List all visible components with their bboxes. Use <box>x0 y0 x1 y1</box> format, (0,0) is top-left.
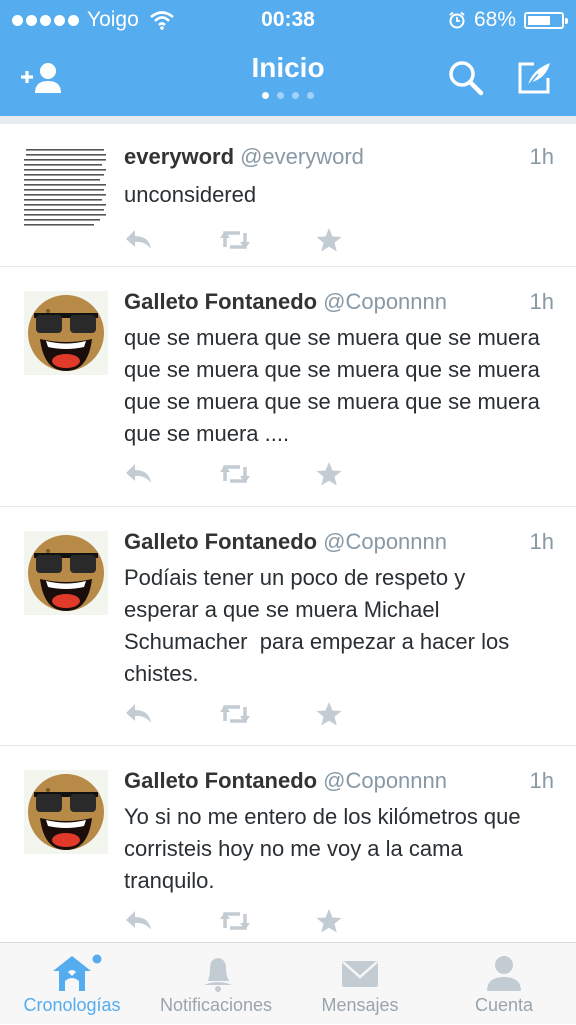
search-button[interactable] <box>442 54 490 102</box>
cookie-avatar-icon <box>24 291 108 375</box>
tweet-timestamp: 1h <box>529 529 554 554</box>
reply-button[interactable] <box>124 908 154 934</box>
star-icon <box>316 228 342 252</box>
tweet-author-name[interactable]: Galleto Fontanedo <box>124 768 317 793</box>
tweet-author-handle[interactable]: @Coponnnn <box>323 289 447 314</box>
battery-icon <box>524 11 568 29</box>
retweet-button[interactable] <box>218 701 252 727</box>
tab-bar: Cronologías Notificaciones Mensajes Cuen… <box>0 942 576 1024</box>
tweet-text: que se muera que se muera que se muera q… <box>124 325 540 446</box>
retweet-icon <box>220 231 250 249</box>
tab-label: Cronologías <box>23 995 121 1015</box>
tweet-author-name[interactable]: Galleto Fontanedo <box>124 289 317 314</box>
tab-cuenta[interactable]: Cuenta <box>432 943 576 1025</box>
status-bar: Yoigo 00:38 68% <box>0 0 576 40</box>
search-icon <box>449 61 484 96</box>
tweet-text: unconsidered <box>124 182 257 207</box>
star-icon <box>316 462 342 486</box>
reply-icon <box>126 230 151 249</box>
avatar[interactable] <box>24 146 108 230</box>
tweet[interactable]: Galleto Fontanedo @Coponnnn 1h Yo si no m… <box>0 746 576 942</box>
page-dot <box>307 92 314 99</box>
battery-percent: 68% <box>473 8 516 31</box>
tab-notificaciones[interactable]: Notificaciones <box>144 943 288 1025</box>
tab-label: Notificaciones <box>159 995 273 1015</box>
tab-label: Cuenta <box>474 995 534 1015</box>
nav-bar: Inicio <box>0 40 576 116</box>
envelope-icon <box>288 953 432 993</box>
reply-button[interactable] <box>124 461 154 487</box>
timeline-top-divider <box>0 116 576 124</box>
tweet[interactable]: Galleto Fontanedo @Coponnnn 1h Podíais te… <box>0 507 576 746</box>
tweet-text: Yo si no me entero de los kilómetros que… <box>124 804 521 893</box>
avatar[interactable] <box>24 531 108 615</box>
reply-icon <box>126 911 151 930</box>
page-dot <box>292 92 299 99</box>
person-icon <box>432 953 576 993</box>
favorite-button[interactable] <box>314 461 344 487</box>
alarm-icon <box>449 11 465 29</box>
retweet-icon <box>220 912 250 930</box>
compose-tweet-button[interactable] <box>510 54 558 102</box>
reply-button[interactable] <box>124 701 154 727</box>
tweet-author-name[interactable]: Galleto Fontanedo <box>124 529 317 554</box>
home-icon <box>0 953 144 993</box>
cookie-avatar-icon <box>24 770 108 854</box>
star-icon <box>316 702 342 726</box>
compose-icon <box>518 62 550 94</box>
tweet-timestamp: 1h <box>529 768 554 793</box>
retweet-button[interactable] <box>218 908 252 934</box>
favorite-button[interactable] <box>314 227 344 253</box>
favorite-button[interactable] <box>314 908 344 934</box>
page-dot <box>262 92 269 99</box>
tweet-header: Galleto Fontanedo @Coponnnn 1h <box>124 289 554 319</box>
tweet-author-handle[interactable]: @Coponnnn <box>323 529 447 554</box>
star-icon <box>316 909 342 933</box>
cookie-avatar-icon <box>24 531 108 615</box>
tweet-actions <box>124 461 424 491</box>
avatar[interactable] <box>24 291 108 375</box>
page-dot <box>277 92 284 99</box>
battery-indicator: 68% <box>448 8 568 32</box>
tweet-actions <box>124 227 424 257</box>
tweet[interactable]: everyword @everyword 1h unconsidered <box>0 124 576 267</box>
tab-cronologias[interactable]: Cronologías <box>0 943 144 1025</box>
reply-button[interactable] <box>124 227 154 253</box>
tweet-header: Galleto Fontanedo @Coponnnn 1h <box>124 768 554 798</box>
retweet-icon <box>220 465 250 483</box>
word-list-avatar-icon <box>24 146 108 230</box>
retweet-icon <box>220 705 250 723</box>
timeline[interactable]: everyword @everyword 1h unconsidered Gal… <box>0 116 576 942</box>
tweet-author-handle[interactable]: @Coponnnn <box>323 768 447 793</box>
tweet-header: Galleto Fontanedo @Coponnnn 1h <box>124 529 554 559</box>
tweet[interactable]: Galleto Fontanedo @Coponnnn 1h que se mue… <box>0 267 576 507</box>
tweet-text: Podíais tener un poco de respeto y esper… <box>124 565 516 686</box>
tweet-header: everyword @everyword 1h <box>124 144 554 174</box>
reply-icon <box>126 464 151 483</box>
tweet-author-name[interactable]: everyword <box>124 144 234 169</box>
tweet-timestamp: 1h <box>529 289 554 314</box>
reply-icon <box>126 704 151 723</box>
tweet-timestamp: 1h <box>529 144 554 169</box>
retweet-button[interactable] <box>218 461 252 487</box>
tab-mensajes[interactable]: Mensajes <box>288 943 432 1025</box>
tweet-actions <box>124 908 424 938</box>
tab-label: Mensajes <box>321 995 399 1015</box>
favorite-button[interactable] <box>314 701 344 727</box>
tweet-author-handle[interactable]: @everyword <box>240 144 364 169</box>
tweet-actions <box>124 701 424 731</box>
bell-icon <box>144 953 288 993</box>
retweet-button[interactable] <box>218 227 252 253</box>
app-header: Yoigo 00:38 68% Inicio <box>0 0 576 116</box>
avatar[interactable] <box>24 770 108 854</box>
